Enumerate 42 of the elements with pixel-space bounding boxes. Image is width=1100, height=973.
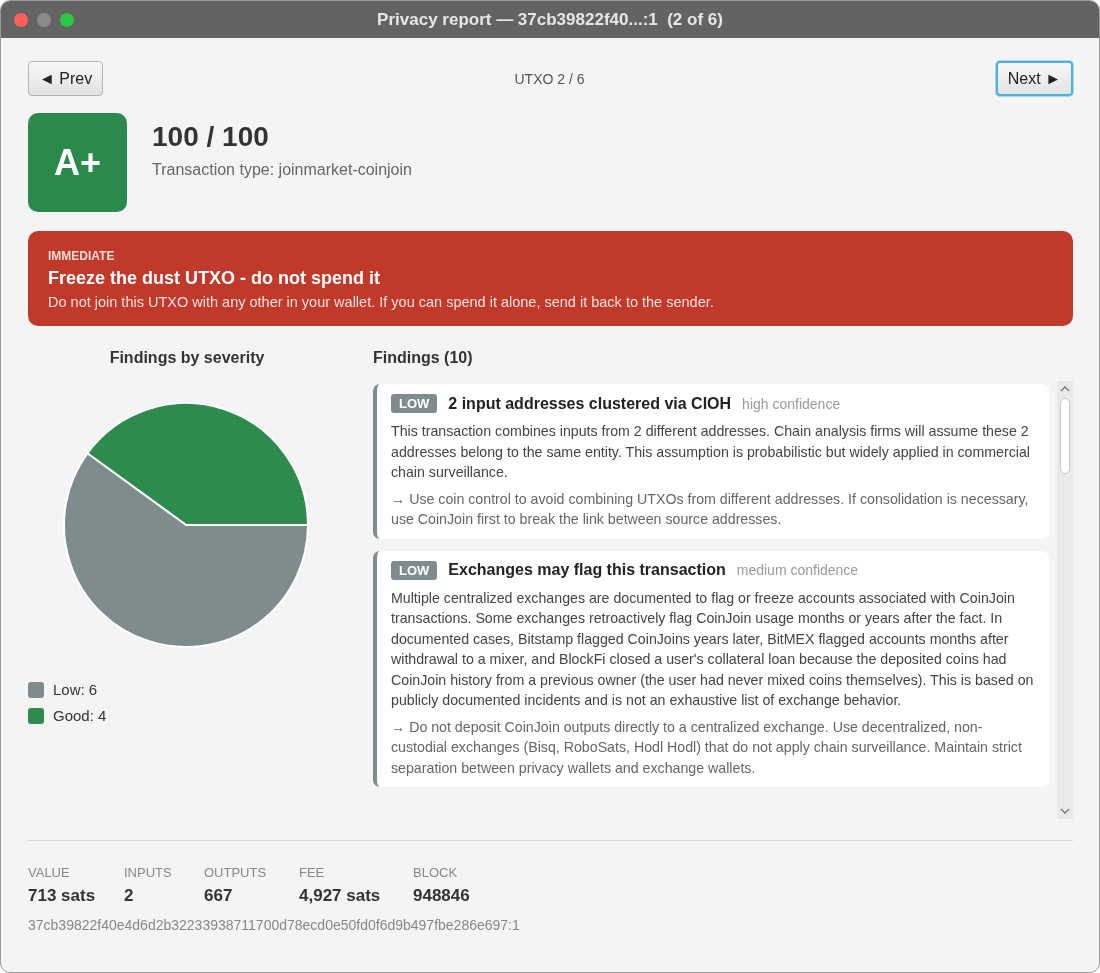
- alert-text: Do not join this UTXO with any other in your wallet. If you can spend it alone, send it back to the sender.: [48, 294, 715, 310]
- stat-value: 667: [204, 886, 234, 906]
- scroll-up-icon[interactable]: [1059, 385, 1071, 393]
- window-title: Privacy report — 37cb39822f40...:1 (2 of 6): [377, 9, 723, 30]
- finding-title: 2 input addresses clustered via CIOH: [448, 394, 732, 413]
- finding-description: This transaction combines inputs from 2 different addresses. Chain analysis firms will assume these 2 addresses belong to the same entity. This assumption is probabilistic but widely applied in commercial chain surveillance.: [391, 422, 1032, 482]
- stat-label: OUTPUTS: [204, 865, 268, 880]
- finding-description: Multiple centralized exchanges are documented to flag or freeze accounts associated with CoinJoin transactions. Some exchanges retroactively flag CoinJoin usage months or years after the fact. In documented cases, Bitstamp flagged CoinJoins years later, BitMEX flagged accounts months after withdrawal to a mixer, and BlockFi closed a user's collateral loan because the deposited coins had CoinJoin history from a previous owner (the user had never mixed coins themselves). This is based on publicly documented incidents and is not an exhaustive list of exchange behavior.: [391, 588, 1035, 710]
- severity-badge: LOW: [391, 394, 438, 413]
- stat-value: 948846: [413, 886, 470, 906]
- minimize-icon[interactable]: [37, 12, 51, 27]
- score-text: 100 / 100: [152, 120, 270, 153]
- legend-label: Good: 4: [53, 707, 107, 724]
- transaction-id: 37cb39822f40e4d6d2b32233938711700d78ecd0e50fd0f6d9b497fbe286e697:1: [28, 917, 521, 933]
- stat-label: BLOCK: [413, 865, 459, 880]
- grade-badge: A+: [28, 113, 127, 212]
- confidence-label: medium confidence: [736, 562, 859, 578]
- finding-recommendation: → Do not deposit CoinJoin outputs directly to a centralized exchange. Use decentralized, non-custodial exchanges (Bisq, RoboSats, Hodl Hodl) that do not apply chain surveillance. Maintain strict separation between privacy wallets and exchange wallets.: [391, 717, 1023, 778]
- stat-label: VALUE: [28, 865, 71, 880]
- stat-label: FEE: [299, 865, 326, 880]
- chart-title: Findings by severity: [109, 349, 265, 367]
- position-label: UTXO 2 / 6: [514, 70, 585, 87]
- zoom-icon[interactable]: [60, 12, 74, 27]
- stat-value: 713 sats: [28, 886, 94, 906]
- alert-level: IMMEDIATE: [48, 249, 116, 263]
- stat-value: 2: [124, 886, 135, 906]
- prev-button[interactable]: ◄ Prev: [28, 61, 104, 96]
- stat-value: 4,927 sats: [299, 886, 382, 906]
- alert-title: Freeze the dust UTXO - do not spend it: [48, 268, 381, 289]
- scroll-down-icon[interactable]: [1059, 807, 1071, 815]
- finding-title: Exchanges may flag this transaction: [448, 561, 726, 579]
- scroll-thumb[interactable]: [1060, 398, 1070, 474]
- stat-label: INPUTS: [124, 865, 173, 880]
- confidence-label: high confidence: [742, 395, 841, 412]
- severity-badge: LOW: [391, 560, 438, 580]
- finding-recommendation: → Use coin control to avoid combining UTXOs from different addresses. If consolidation is necessary, use CoinJoin first to break the link between source addresses.: [391, 489, 1030, 529]
- close-icon[interactable]: [14, 12, 28, 27]
- transaction-type: Transaction type: joinmarket-coinjoin: [152, 160, 412, 179]
- legend-label: Low: 6: [53, 681, 98, 698]
- next-button[interactable]: Next ►: [995, 61, 1073, 96]
- findings-heading: Findings (10): [373, 349, 474, 367]
- scrollbar[interactable]: [1057, 381, 1073, 819]
